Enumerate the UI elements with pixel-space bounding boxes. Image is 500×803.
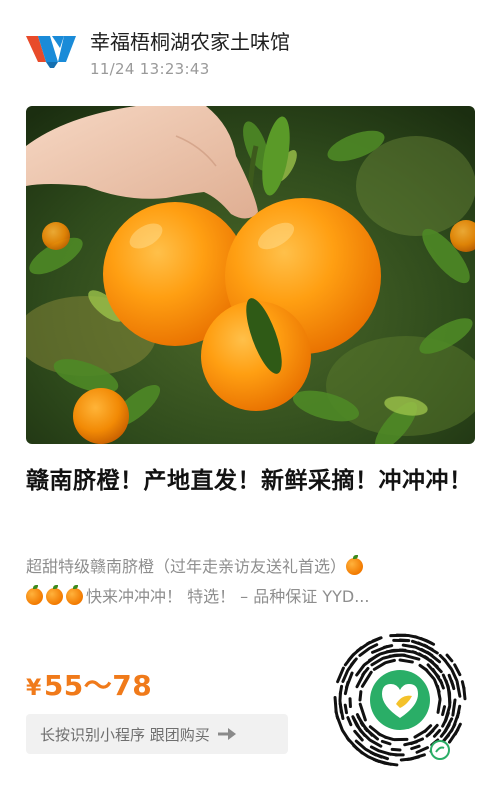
price-currency: ¥ xyxy=(26,676,42,701)
cta-label: 长按识别小程序 跟团购买 xyxy=(40,725,210,744)
shop-name[interactable]: 幸福梧桐湖农家土味馆 xyxy=(90,26,290,55)
orange-emoji xyxy=(66,585,83,605)
price-range: 55～78 xyxy=(43,669,153,702)
product-title[interactable]: 赣南脐橙！产地直发！新鲜采摘！冲冲冲！ xyxy=(26,462,476,500)
orange-emoji xyxy=(46,585,63,605)
join-group-buy-button[interactable]: 长按识别小程序 跟团购买 xyxy=(26,714,288,754)
description-line-1: 超甜特级赣南脐橙（过年走亲访友送礼首选） xyxy=(26,557,347,576)
post-header: 幸福梧桐湖农家土味馆 11/24 13:23:43 xyxy=(24,24,484,84)
price: ¥55～78 xyxy=(26,664,152,704)
orange-emoji xyxy=(346,555,364,575)
product-image[interactable] xyxy=(26,106,475,444)
product-description: 超甜特级赣南脐橙（过年走亲访友送礼首选） 快来冲冲冲！ 特选！ – 品种保证 Y… xyxy=(26,552,474,612)
description-line-2: 快来冲冲冲！ 特选！ – 品种保证 YYD... xyxy=(86,587,370,606)
orange-emoji xyxy=(26,585,43,605)
arrow-right-icon xyxy=(217,728,236,740)
mini-program-code[interactable] xyxy=(330,630,470,770)
post-timestamp: 11/24 13:23:43 xyxy=(90,60,210,78)
shop-logo xyxy=(26,36,76,68)
